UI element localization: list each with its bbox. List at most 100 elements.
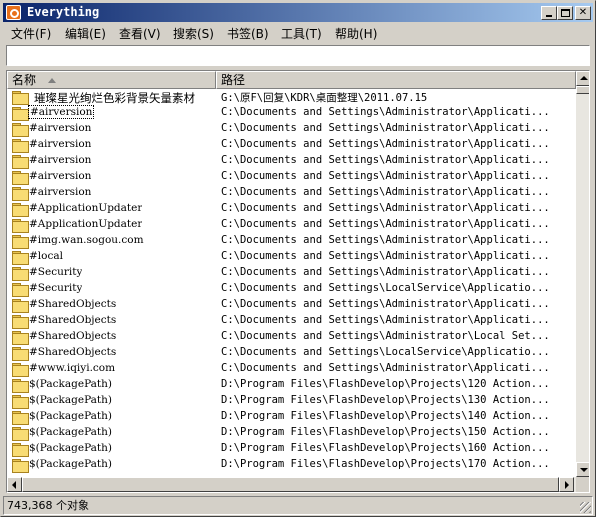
table-row[interactable]: #www.iqiyi.com C:\Documents and Settings\… bbox=[7, 361, 576, 377]
table-row[interactable]: #Security C:\Documents and Settings\Admin… bbox=[7, 265, 576, 281]
everything-window: Everything ✕ 文件(F) 编辑(E) 查看(V) 搜索(S) 书签(… bbox=[0, 0, 596, 517]
folder-icon bbox=[12, 411, 29, 425]
folder-icon bbox=[12, 379, 29, 393]
row-name: #SharedObjects bbox=[29, 330, 117, 342]
row-name: #airversion bbox=[29, 154, 92, 166]
row-path: D:\Program Files\FlashDevelop\Projects\1… bbox=[221, 442, 550, 454]
table-row[interactable]: $(PackagePath) D:\Program Files\FlashDeve… bbox=[7, 393, 576, 409]
folder-icon bbox=[12, 347, 29, 361]
arrow-up-icon bbox=[580, 76, 588, 80]
horizontal-scroll-thumb[interactable] bbox=[22, 477, 559, 492]
results-list[interactable]: 名称 路径 璀璨星光绚烂色彩背景矢量素材 G:\原F\回复\KDR\桌面整理\20… bbox=[6, 70, 590, 493]
row-name: #airversion bbox=[29, 122, 92, 134]
folder-icon bbox=[12, 315, 29, 329]
table-row[interactable]: #airversion C:\Documents and Settings\Adm… bbox=[7, 121, 576, 137]
resize-grip-icon[interactable] bbox=[580, 502, 591, 513]
arrow-right-icon bbox=[565, 481, 569, 489]
table-row[interactable]: #airversion C:\Documents and Settings\Adm… bbox=[7, 153, 576, 169]
row-name: #ApplicationUpdater bbox=[29, 202, 143, 214]
table-row[interactable]: #local C:\Documents and Settings\Administ… bbox=[7, 249, 576, 265]
menu-file[interactable]: 文件(F) bbox=[11, 25, 51, 42]
vertical-scroll-thumb[interactable] bbox=[576, 86, 589, 94]
table-row[interactable]: $(PackagePath) D:\Program Files\FlashDeve… bbox=[7, 457, 576, 473]
search-input[interactable] bbox=[6, 45, 590, 66]
everything-app-icon[interactable] bbox=[6, 5, 21, 20]
table-row[interactable]: $(PackagePath) D:\Program Files\FlashDeve… bbox=[7, 441, 576, 457]
table-row[interactable]: #SharedObjects C:\Documents and Settings\… bbox=[7, 297, 576, 313]
folder-icon bbox=[12, 187, 29, 201]
row-path: C:\Documents and Settings\Administrator\… bbox=[221, 330, 550, 342]
row-path: C:\Documents and Settings\Administrator\… bbox=[221, 170, 550, 182]
table-row[interactable]: #SharedObjects C:\Documents and Settings\… bbox=[7, 345, 576, 361]
table-row[interactable]: $(PackagePath) D:\Program Files\FlashDeve… bbox=[7, 425, 576, 441]
column-header-name[interactable]: 名称 bbox=[7, 71, 216, 89]
menu-search[interactable]: 搜索(S) bbox=[173, 25, 214, 42]
scroll-down-button[interactable] bbox=[576, 462, 589, 477]
arrow-left-icon bbox=[12, 481, 16, 489]
folder-icon bbox=[12, 91, 29, 105]
table-row[interactable]: 璀璨星光绚烂色彩背景矢量素材 G:\原F\回复\KDR\桌面整理\2011.07.… bbox=[7, 89, 576, 105]
row-name: #ApplicationUpdater bbox=[29, 218, 143, 230]
row-name: $(PackagePath) bbox=[29, 394, 113, 406]
row-path: C:\Documents and Settings\Administrator\… bbox=[221, 314, 550, 326]
menu-tools[interactable]: 工具(T) bbox=[281, 25, 322, 42]
vertical-scrollbar[interactable] bbox=[576, 71, 589, 477]
row-path: D:\Program Files\FlashDevelop\Projects\1… bbox=[221, 378, 550, 390]
row-name: $(PackagePath) bbox=[29, 458, 113, 470]
menu-edit[interactable]: 编辑(E) bbox=[65, 25, 106, 42]
scrollbar-corner bbox=[576, 477, 589, 492]
menu-bookmarks[interactable]: 书签(B) bbox=[227, 25, 269, 42]
results-rows: 璀璨星光绚烂色彩背景矢量素材 G:\原F\回复\KDR\桌面整理\2011.07.… bbox=[7, 89, 576, 473]
row-name: #airversion bbox=[27, 105, 95, 119]
close-icon: ✕ bbox=[578, 7, 588, 18]
row-name: #airversion bbox=[29, 138, 92, 150]
folder-icon bbox=[12, 251, 29, 265]
menu-view[interactable]: 查看(V) bbox=[119, 25, 161, 42]
folder-icon bbox=[12, 235, 29, 249]
row-name: $(PackagePath) bbox=[29, 426, 113, 438]
sort-ascending-icon bbox=[48, 78, 56, 83]
table-row[interactable]: #SharedObjects C:\Documents and Settings\… bbox=[7, 313, 576, 329]
minimize-icon bbox=[546, 15, 552, 17]
scroll-right-button[interactable] bbox=[559, 477, 574, 492]
table-row[interactable]: $(PackagePath) D:\Program Files\FlashDeve… bbox=[7, 409, 576, 425]
horizontal-scrollbar[interactable] bbox=[7, 477, 576, 492]
row-name: $(PackagePath) bbox=[29, 442, 113, 454]
folder-icon bbox=[12, 283, 29, 297]
row-name: #local bbox=[29, 250, 63, 262]
scroll-left-button[interactable] bbox=[7, 477, 22, 492]
table-row[interactable]: #Security C:\Documents and Settings\Local… bbox=[7, 281, 576, 297]
table-row[interactable]: #ApplicationUpdater C:\Documents and Sett… bbox=[7, 201, 576, 217]
row-path: C:\Documents and Settings\Administrator\… bbox=[221, 202, 550, 214]
menu-bar: 文件(F) 编辑(E) 查看(V) 搜索(S) 书签(B) 工具(T) 帮助(H… bbox=[3, 23, 593, 42]
table-row[interactable]: #airversion C:\Documents and Settings\Adm… bbox=[7, 105, 576, 121]
table-row[interactable]: #ApplicationUpdater C:\Documents and Sett… bbox=[7, 217, 576, 233]
minimize-button[interactable] bbox=[541, 6, 557, 20]
row-name: #SharedObjects bbox=[29, 314, 117, 326]
table-row[interactable]: #airversion C:\Documents and Settings\Adm… bbox=[7, 185, 576, 201]
menu-help[interactable]: 帮助(H) bbox=[335, 25, 377, 42]
status-bar: 743,368 个对象 bbox=[3, 496, 593, 515]
table-row[interactable]: #airversion C:\Documents and Settings\Adm… bbox=[7, 137, 576, 153]
table-row[interactable]: #airversion C:\Documents and Settings\Adm… bbox=[7, 169, 576, 185]
scroll-up-button[interactable] bbox=[576, 71, 589, 86]
row-name: 璀璨星光绚烂色彩背景矢量素材 bbox=[34, 91, 195, 105]
column-path-label: 路径 bbox=[221, 73, 246, 87]
row-path: C:\Documents and Settings\Administrator\… bbox=[221, 362, 550, 374]
row-name: #SharedObjects bbox=[29, 298, 117, 310]
table-row[interactable]: #img.wan.sogou.com C:\Documents and Setti… bbox=[7, 233, 576, 249]
column-header-path[interactable]: 路径 bbox=[216, 71, 576, 89]
row-path: C:\Documents and Settings\Administrator\… bbox=[221, 218, 550, 230]
row-name: #img.wan.sogou.com bbox=[29, 234, 144, 246]
table-row[interactable]: $(PackagePath) D:\Program Files\FlashDeve… bbox=[7, 377, 576, 393]
folder-icon bbox=[12, 443, 29, 457]
folder-icon bbox=[12, 107, 29, 121]
folder-icon bbox=[12, 203, 29, 217]
table-row[interactable]: #SharedObjects C:\Documents and Settings\… bbox=[7, 329, 576, 345]
row-path: C:\Documents and Settings\Administrator\… bbox=[221, 122, 550, 134]
title-bar[interactable]: Everything ✕ bbox=[3, 3, 593, 22]
maximize-button[interactable] bbox=[557, 6, 573, 20]
close-button[interactable]: ✕ bbox=[575, 6, 591, 20]
row-name: #SharedObjects bbox=[29, 346, 117, 358]
folder-icon bbox=[12, 139, 29, 153]
